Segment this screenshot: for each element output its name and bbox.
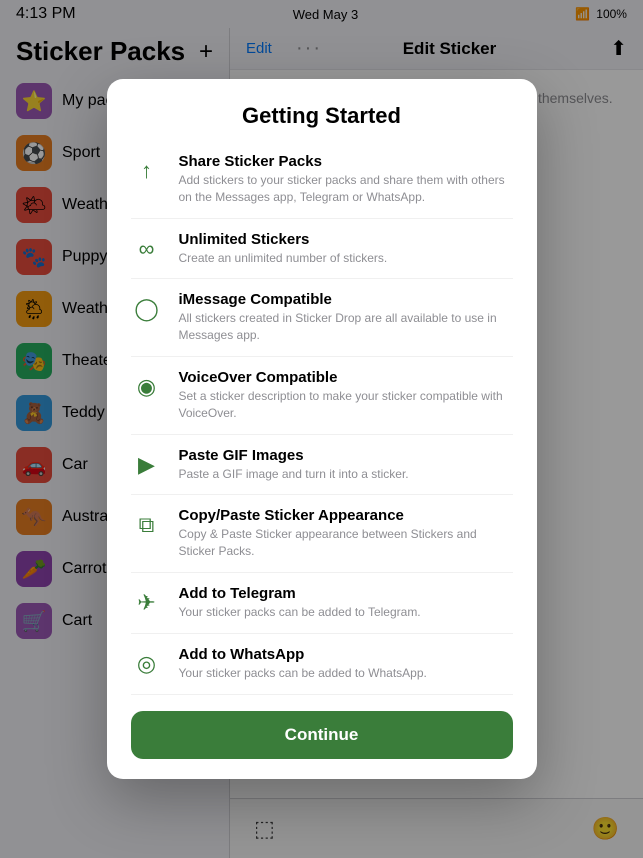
feature-title-copypaste: Copy/Paste Sticker Appearance: [179, 507, 513, 524]
feature-text-unlimited: Unlimited Stickers Create an unlimited n…: [179, 231, 513, 267]
feature-text-telegram: Add to Telegram Your sticker packs can b…: [179, 585, 513, 621]
feature-icon-copypaste: ⧉: [131, 509, 163, 541]
feature-desc-telegram: Your sticker packs can be added to Teleg…: [179, 604, 513, 621]
feature-desc-voiceover: Set a sticker description to make your s…: [179, 388, 513, 422]
feature-text-gif: Paste GIF Images Paste a GIF image and t…: [179, 447, 513, 483]
modal-content: ↑ Share Sticker Packs Add stickers to yo…: [107, 141, 537, 699]
modal-title: Getting Started: [242, 103, 401, 128]
feature-icon-imessage: ◯: [131, 293, 163, 325]
feature-desc-unlimited: Create an unlimited number of stickers.: [179, 250, 513, 267]
feature-icon-telegram: ✈: [131, 587, 163, 619]
feature-desc-whatsapp: Your sticker packs can be added to Whats…: [179, 665, 513, 682]
modal-footer: Continue: [107, 699, 537, 779]
feature-item-whatsapp: ◎ Add to WhatsApp Your sticker packs can…: [131, 634, 513, 695]
continue-button[interactable]: Continue: [131, 711, 513, 759]
feature-desc-share: Add stickers to your sticker packs and s…: [179, 172, 513, 206]
feature-title-unlimited: Unlimited Stickers: [179, 231, 513, 248]
feature-item-share: ↑ Share Sticker Packs Add stickers to yo…: [131, 141, 513, 219]
feature-item-telegram: ✈ Add to Telegram Your sticker packs can…: [131, 573, 513, 634]
getting-started-modal: Getting Started ↑ Share Sticker Packs Ad…: [107, 79, 537, 779]
feature-icon-unlimited: ∞: [131, 233, 163, 265]
feature-title-whatsapp: Add to WhatsApp: [179, 646, 513, 663]
feature-title-telegram: Add to Telegram: [179, 585, 513, 602]
feature-title-gif: Paste GIF Images: [179, 447, 513, 464]
feature-icon-whatsapp: ◎: [131, 648, 163, 680]
feature-item-unlimited: ∞ Unlimited Stickers Create an unlimited…: [131, 219, 513, 280]
feature-text-imessage: iMessage Compatible All stickers created…: [179, 291, 513, 344]
feature-item-imessage: ◯ iMessage Compatible All stickers creat…: [131, 279, 513, 357]
feature-item-voiceover: ◉ VoiceOver Compatible Set a sticker des…: [131, 357, 513, 435]
modal-overlay: Getting Started ↑ Share Sticker Packs Ad…: [0, 0, 643, 858]
feature-text-share: Share Sticker Packs Add stickers to your…: [179, 153, 513, 206]
feature-title-share: Share Sticker Packs: [179, 153, 513, 170]
feature-text-whatsapp: Add to WhatsApp Your sticker packs can b…: [179, 646, 513, 682]
feature-text-voiceover: VoiceOver Compatible Set a sticker descr…: [179, 369, 513, 422]
feature-item-copypaste: ⧉ Copy/Paste Sticker Appearance Copy & P…: [131, 495, 513, 573]
feature-title-voiceover: VoiceOver Compatible: [179, 369, 513, 386]
feature-desc-gif: Paste a GIF image and turn it into a sti…: [179, 466, 513, 483]
feature-icon-gif: ▶: [131, 449, 163, 481]
feature-desc-imessage: All stickers created in Sticker Drop are…: [179, 310, 513, 344]
feature-text-copypaste: Copy/Paste Sticker Appearance Copy & Pas…: [179, 507, 513, 560]
feature-icon-voiceover: ◉: [131, 371, 163, 403]
feature-item-gif: ▶ Paste GIF Images Paste a GIF image and…: [131, 435, 513, 496]
feature-desc-copypaste: Copy & Paste Sticker appearance between …: [179, 526, 513, 560]
modal-header: Getting Started: [107, 79, 537, 141]
feature-icon-share: ↑: [131, 155, 163, 187]
feature-title-imessage: iMessage Compatible: [179, 291, 513, 308]
